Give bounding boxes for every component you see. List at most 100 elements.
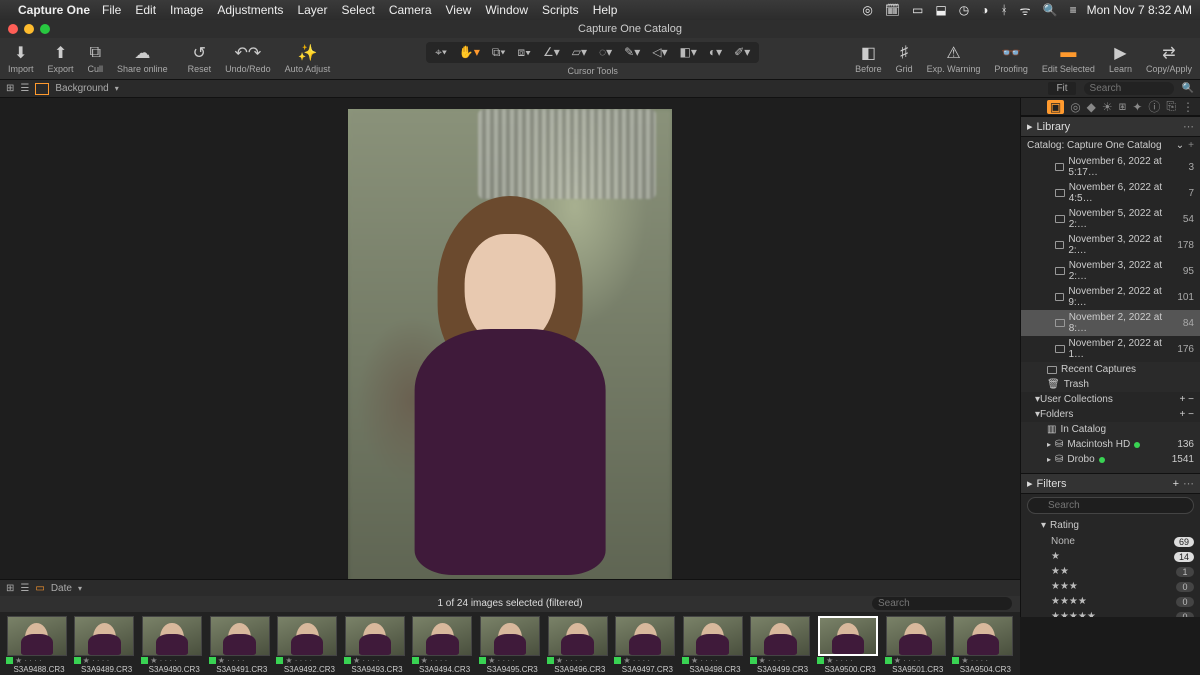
zoom-fit[interactable]: Fit: [1048, 82, 1075, 95]
rating-filter-row[interactable]: ★★1: [1021, 564, 1200, 579]
output-tab-icon[interactable]: ⎘: [1166, 99, 1176, 114]
thumbnail[interactable]: ★ · · · ·_S3A9500.CR3: [817, 616, 879, 673]
menu-camera[interactable]: Camera: [389, 3, 432, 17]
editsel-button[interactable]: ▬Edit Selected: [1042, 44, 1095, 74]
thumbnail[interactable]: ★ · · · ·_S3A9490.CR3: [141, 616, 203, 673]
menu-view[interactable]: View: [446, 3, 472, 17]
pointer-tool-icon[interactable]: ⌖▾: [432, 45, 450, 60]
undo-button[interactable]: ↶↷Undo/Redo: [225, 44, 271, 74]
lens-tab-icon[interactable]: ◎: [1070, 100, 1080, 114]
catalog-selector[interactable]: Catalog: Capture One Catalog⌄+: [1021, 137, 1200, 154]
menu-scripts[interactable]: Scripts: [542, 3, 579, 17]
thumbnail[interactable]: ★ · · · ·_S3A9497.CR3: [614, 616, 676, 673]
drive-row[interactable]: ▸ ⛁Drobo1541: [1021, 452, 1200, 467]
calendar-icon[interactable]: 🗓: [885, 3, 900, 17]
brush-tool-icon[interactable]: ✎▾: [621, 45, 643, 60]
thumbnail[interactable]: ★ · · · ·_S3A9498.CR3: [682, 616, 744, 673]
session-row[interactable]: November 6, 2022 at 5:17…3: [1021, 154, 1200, 180]
menu-help[interactable]: Help: [593, 3, 618, 17]
session-row[interactable]: November 6, 2022 at 4:5…7: [1021, 180, 1200, 206]
drive-row[interactable]: ▸ ⛁Macintosh HD136: [1021, 437, 1200, 452]
spot-tool-icon[interactable]: ◌▾: [596, 45, 615, 60]
library-tab-icon[interactable]: ▣: [1047, 100, 1064, 114]
export-button[interactable]: ⬆Export: [48, 44, 74, 74]
share-button[interactable]: ☁Share online: [117, 44, 168, 74]
proof-button[interactable]: 👓Proofing: [994, 44, 1028, 74]
dropbox-icon[interactable]: ⬓: [935, 3, 946, 17]
copy-button[interactable]: ⇄Copy/Apply: [1146, 44, 1192, 74]
thumbnail[interactable]: ★ · · · ·_S3A9499.CR3: [750, 616, 812, 673]
cursor-tool-row[interactable]: ⌖▾ ✋▾ ⧉▾ ⧈▾ ∠▾ ▱▾ ◌▾ ✎▾ ◁▾ ◧▾ ◐▾ ✐▾: [426, 42, 759, 63]
control-center-icon[interactable]: ≡: [1070, 3, 1077, 17]
zoom-icon[interactable]: [40, 24, 50, 34]
filters-section-header[interactable]: ▸Filters+⋯: [1021, 473, 1200, 494]
rating-group-header[interactable]: ▾ Rating: [1021, 517, 1200, 534]
filters-search-input[interactable]: [1027, 497, 1194, 514]
thumbnail[interactable]: ★ · · · ·_S3A9501.CR3: [885, 616, 947, 673]
library-section-header[interactable]: ▸Library⋯: [1021, 116, 1200, 137]
view-list-icon[interactable]: ☰: [20, 83, 29, 94]
auto-button[interactable]: ✨Auto Adjust: [285, 44, 331, 74]
thumbnail[interactable]: ★ · · · ·_S3A9491.CR3: [209, 616, 271, 673]
thumbnail[interactable]: ★ · · · ·_S3A9496.CR3: [547, 616, 609, 673]
display-icon[interactable]: ▭: [912, 3, 923, 17]
status-icon[interactable]: ◎: [862, 3, 872, 17]
wifi-icon[interactable]: ᯤ: [1020, 2, 1031, 19]
viewer-search-input[interactable]: [1084, 82, 1174, 95]
cull-button[interactable]: ⧉Cull: [88, 44, 104, 74]
details-tab-icon[interactable]: ⧆: [1119, 99, 1127, 114]
app-name[interactable]: Capture One: [18, 3, 90, 17]
menu-edit[interactable]: Edit: [135, 3, 156, 17]
thumbnail[interactable]: ★ · · · ·_S3A9489.CR3: [74, 616, 136, 673]
rating-filter-row[interactable]: None69: [1021, 534, 1200, 549]
preview-image[interactable]: [348, 109, 672, 595]
menu-select[interactable]: Select: [341, 3, 374, 17]
fs-grid-icon[interactable]: ⊞: [6, 583, 14, 594]
radial-tool-icon[interactable]: ◐▾: [706, 45, 725, 60]
exp-button[interactable]: ⚠Exp. Warning: [927, 44, 981, 74]
color-tab-icon[interactable]: ◆: [1087, 100, 1096, 114]
rating-filter-row[interactable]: ★★★★0: [1021, 594, 1200, 609]
bluetooth-icon[interactable]: ᚼ: [1000, 3, 1007, 17]
menubar-clock[interactable]: Mon Nov 7 8:32 AM: [1087, 3, 1192, 17]
folders-header[interactable]: ▾ Folders+ −: [1021, 407, 1200, 422]
rating-filter-row[interactable]: ★14: [1021, 549, 1200, 564]
import-button[interactable]: ⬇Import: [8, 44, 34, 74]
thumbnail[interactable]: ★ · · · ·_S3A9492.CR3: [276, 616, 338, 673]
cc-icon[interactable]: ◑: [981, 3, 988, 17]
trash[interactable]: 🗑 Trash: [1021, 377, 1200, 392]
learn-button[interactable]: ▶Learn: [1109, 44, 1132, 74]
view-single-icon[interactable]: [35, 83, 49, 95]
session-row[interactable]: November 2, 2022 at 1…176: [1021, 336, 1200, 362]
thumbnail[interactable]: ★ · · · ·_S3A9495.CR3: [479, 616, 541, 673]
minimize-icon[interactable]: [24, 24, 34, 34]
thumbnail[interactable]: ★ · · · ·_S3A9493.CR3: [344, 616, 406, 673]
menu-window[interactable]: Window: [485, 3, 528, 17]
session-row[interactable]: November 3, 2022 at 2:…178: [1021, 232, 1200, 258]
session-row[interactable]: November 2, 2022 at 9:…101: [1021, 284, 1200, 310]
rating-filter-row[interactable]: ★★★0: [1021, 579, 1200, 594]
gradient-tool-icon[interactable]: ◧▾: [677, 45, 700, 60]
metadata-tab-icon[interactable]: ⓘ: [1148, 98, 1160, 115]
eraser-tool-icon[interactable]: ◁▾: [649, 45, 670, 60]
traffic-lights[interactable]: [8, 24, 50, 34]
user-collections-header[interactable]: ▾ User Collections+ −: [1021, 392, 1200, 407]
annotate-tool-icon[interactable]: ✐▾: [731, 45, 753, 60]
thumbnail[interactable]: ★ · · · ·_S3A9504.CR3: [952, 616, 1014, 673]
before-button[interactable]: ◧Before: [855, 44, 882, 74]
more-tab-icon[interactable]: ⋮: [1182, 100, 1194, 114]
view-grid-icon[interactable]: ⊞: [6, 83, 14, 94]
in-catalog-row[interactable]: ▥ In Catalog: [1021, 422, 1200, 437]
crop-tool-icon[interactable]: ⧈▾: [514, 45, 534, 60]
menu-file[interactable]: File: [102, 3, 121, 17]
fs-single-icon[interactable]: ▭: [35, 583, 44, 594]
session-row[interactable]: November 5, 2022 at 2:…54: [1021, 206, 1200, 232]
menu-image[interactable]: Image: [170, 3, 203, 17]
layer-dropdown[interactable]: Background: [55, 83, 108, 94]
rating-filter-row[interactable]: ★★★★★0: [1021, 609, 1200, 617]
hand-tool-icon[interactable]: ✋▾: [456, 45, 483, 60]
fs-list-icon[interactable]: ☰: [20, 583, 29, 594]
thumbnail[interactable]: ★ · · · ·_S3A9488.CR3: [6, 616, 68, 673]
session-row[interactable]: November 2, 2022 at 8:…84: [1021, 310, 1200, 336]
close-icon[interactable]: [8, 24, 18, 34]
